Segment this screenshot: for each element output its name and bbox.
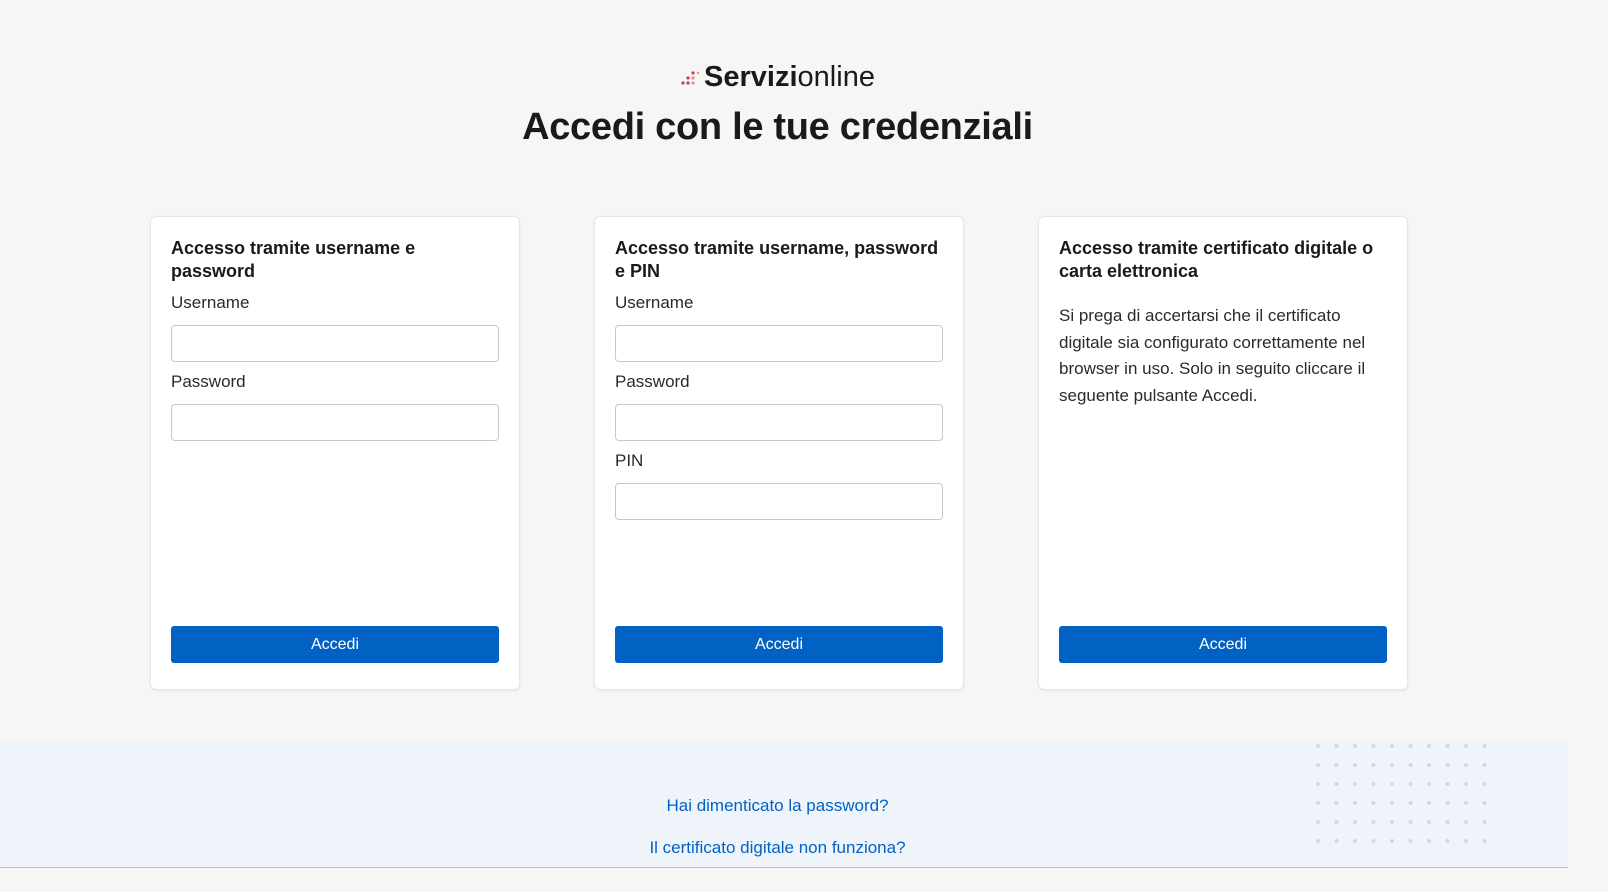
pin-input[interactable] <box>615 483 943 520</box>
card-title: Accesso tramite username, password e PIN <box>615 238 939 281</box>
password-input[interactable] <box>615 404 943 441</box>
certificate-description: Si prega di accertarsi che il certificat… <box>1059 306 1366 405</box>
logo-dots-icon <box>681 71 700 85</box>
login-card-certificate: Accesso tramite certificato digitale o c… <box>1038 216 1408 690</box>
accedi-button[interactable]: Accedi <box>171 626 499 663</box>
username-label: Username <box>171 293 250 312</box>
accedi-button[interactable]: Accedi <box>615 626 943 663</box>
card-title: Accesso tramite username e password <box>171 238 416 281</box>
username-input[interactable] <box>615 325 943 362</box>
username-label: Username <box>615 293 694 312</box>
logo-name-light: online <box>797 61 875 93</box>
servizionline-logo: Servizionline <box>680 60 875 94</box>
page-title: Accedi con le tue credenziali <box>522 106 1033 148</box>
footer: Hai dimenticato la password? Il certific… <box>0 742 1568 868</box>
decorative-dots-pattern <box>1316 744 1487 843</box>
logo-name-bold: Servizi <box>704 61 798 93</box>
page-header: Servizionline Accedi con le tue credenzi… <box>0 60 1555 150</box>
accedi-button[interactable]: Accedi <box>1059 626 1387 663</box>
username-input[interactable] <box>171 325 499 362</box>
password-label: Password <box>615 372 690 391</box>
login-card-username-password-pin: Accesso tramite username, password e PIN… <box>594 216 964 690</box>
password-label: Password <box>171 372 246 391</box>
password-input[interactable] <box>171 404 499 441</box>
card-title: Accesso tramite certificato digitale o c… <box>1059 238 1374 281</box>
login-card-username-password: Accesso tramite username e password User… <box>150 216 520 690</box>
pin-label: PIN <box>615 451 644 470</box>
